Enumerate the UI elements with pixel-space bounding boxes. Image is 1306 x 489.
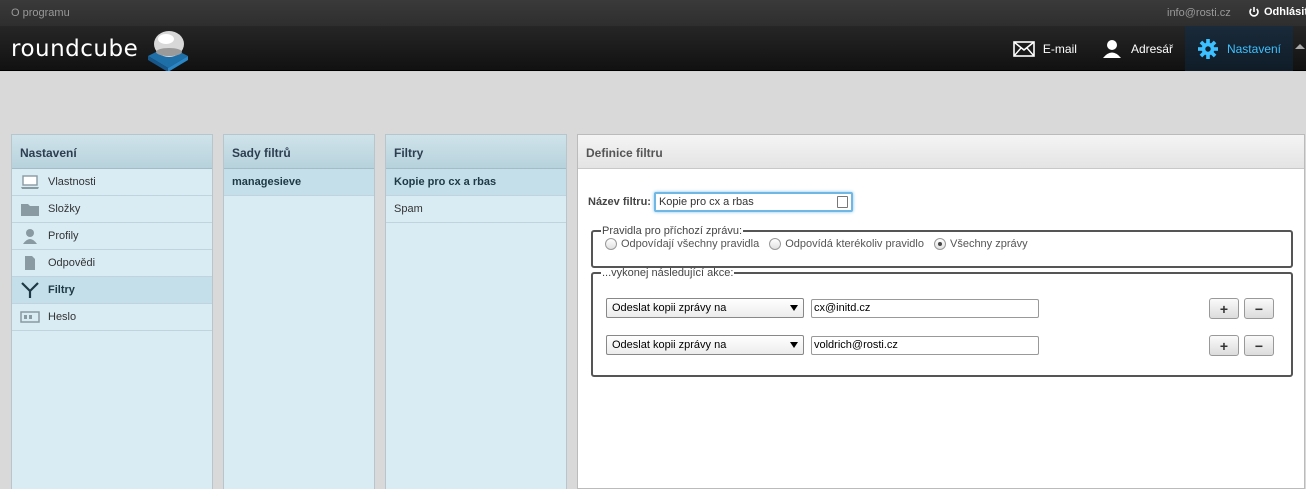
task-settings[interactable]: Nastavení [1184, 26, 1293, 71]
task-settings-label: Nastavení [1226, 41, 1281, 56]
envelope-icon [1013, 40, 1035, 57]
filter-sets-panel: Sady filtrů managesieve [223, 134, 375, 489]
collapse-arrow-icon[interactable] [1293, 26, 1306, 71]
settings-item-filters[interactable]: Filtry [12, 277, 212, 304]
settings-item-responses[interactable]: Odpovědi [12, 250, 212, 277]
person-icon [1102, 39, 1121, 58]
filter-item[interactable]: Kopie pro cx a rbas [386, 169, 566, 196]
task-email[interactable]: E-mail [1001, 26, 1089, 71]
gear-icon [1197, 38, 1218, 59]
action-row: Odeslat kopii zprávy na cx@initd.cz [606, 298, 1039, 318]
dropdown-arrow-icon [790, 305, 798, 311]
radio-all-messages[interactable]: Všechny zprávy [933, 238, 1028, 250]
settings-item-label: Profily [48, 230, 79, 242]
radio-button[interactable] [933, 238, 946, 250]
remove-action-button[interactable]: − [1244, 298, 1274, 319]
action-type-select[interactable]: Odeslat kopii zprávy na [606, 335, 804, 355]
header: roundcube E-mail Adresář Nastavení [0, 26, 1306, 71]
password-icon [20, 309, 40, 325]
logo[interactable]: roundcube [11, 26, 192, 71]
settings-item-label: Odpovědi [48, 257, 96, 269]
logo-text: roundcube [11, 35, 139, 62]
document-icon [20, 255, 40, 271]
action-target-input[interactable]: cx@initd.cz [811, 298, 1039, 318]
radio-label: Všechny zprávy [949, 238, 1028, 250]
filter-sets-title: Sady filtrů [224, 135, 374, 169]
task-addressbook[interactable]: Adresář [1089, 26, 1185, 71]
user-icon [20, 228, 40, 244]
add-action-button[interactable]: + [1209, 335, 1239, 356]
settings-item-folders[interactable]: Složky [12, 196, 212, 223]
settings-item-label: Filtry [48, 284, 75, 296]
cube-logo-icon [148, 31, 189, 71]
rules-fieldset: Pravidla pro příchozí zprávu: Odpovídají… [591, 225, 1293, 268]
filter-item[interactable]: Spam [386, 196, 566, 223]
action-target-input[interactable]: voldrich@rosti.cz [811, 335, 1039, 355]
rules-legend: Pravidla pro příchozí zprávu: [602, 225, 743, 237]
actions-fieldset: ...vykonej následující akce: Odeslat kop… [591, 267, 1293, 377]
filter-name-label: Název filtru: [588, 196, 651, 208]
settings-item-label: Heslo [48, 311, 77, 323]
rules-options: Odpovídají všechny pravidla Odpovídá kte… [593, 238, 1291, 250]
filter-definition-title: Definice filtru [578, 135, 1304, 169]
filter-set-item[interactable]: managesieve [224, 169, 374, 196]
laptop-icon [20, 174, 40, 190]
add-action-button[interactable]: + [1209, 298, 1239, 319]
filter-name-input[interactable]: Kopie pro cx a rbas [653, 192, 853, 212]
actions-legend: ...vykonej následující akce: [602, 267, 734, 279]
filters-panel: Filtry Kopie pro cx a rbas Spam [385, 134, 567, 489]
settings-item-label: Složky [48, 203, 81, 215]
settings-item-label: Vlastnosti [48, 176, 96, 188]
settings-title: Nastavení [12, 135, 212, 169]
action-row: Odeslat kopii zprávy na voldrich@rosti.c… [606, 335, 1039, 355]
task-addressbook-label: Adresář [1130, 41, 1173, 56]
power-icon [1249, 7, 1259, 17]
filter-name-value: Kopie pro cx a rbas [658, 196, 754, 208]
radio-label: Odpovídají všechny pravidla [621, 238, 760, 250]
dropdown-arrow-icon [790, 342, 798, 348]
filter-definition-panel: Definice filtru Název filtru: Kopie pro … [577, 134, 1305, 489]
radio-button[interactable] [769, 238, 782, 250]
action-type-value: Odeslat kopii zprávy na [612, 302, 727, 314]
user-email: info@rosti.cz [1167, 7, 1231, 19]
action-type-value: Odeslat kopii zprávy na [612, 339, 727, 351]
filters-title: Filtry [386, 135, 566, 169]
task-email-label: E-mail [1042, 41, 1077, 56]
settings-item-password[interactable]: Heslo [12, 304, 212, 331]
taskbar: E-mail Adresář Nastavení [1001, 26, 1306, 71]
logout-label: Odhlásit [1264, 6, 1306, 18]
radio-button[interactable] [605, 238, 617, 250]
action-type-select[interactable]: Odeslat kopii zprávy na [606, 298, 804, 318]
about-link[interactable]: O programu [11, 7, 70, 19]
logout-button[interactable]: Odhlásit [1248, 6, 1306, 18]
radio-any-rule[interactable]: Odpovídá kterékoliv pravidlo [769, 238, 924, 250]
folder-icon [20, 201, 40, 217]
settings-item-properties[interactable]: Vlastnosti [12, 169, 212, 196]
radio-label: Odpovídá kterékoliv pravidlo [785, 238, 924, 250]
radio-all-rules[interactable]: Odpovídají všechny pravidla [605, 238, 759, 250]
filter-name-row: Název filtru: Kopie pro cx a rbas [588, 192, 853, 212]
filter-icon [20, 282, 40, 298]
settings-item-identities[interactable]: Profily [12, 223, 212, 250]
remove-action-button[interactable]: − [1244, 335, 1274, 356]
contact-card-icon [836, 196, 848, 208]
top-line: O programu info@rosti.cz Odhlásit [0, 0, 1306, 26]
settings-panel: Nastavení Vlastnosti Složky Profily Odpo… [11, 134, 213, 489]
